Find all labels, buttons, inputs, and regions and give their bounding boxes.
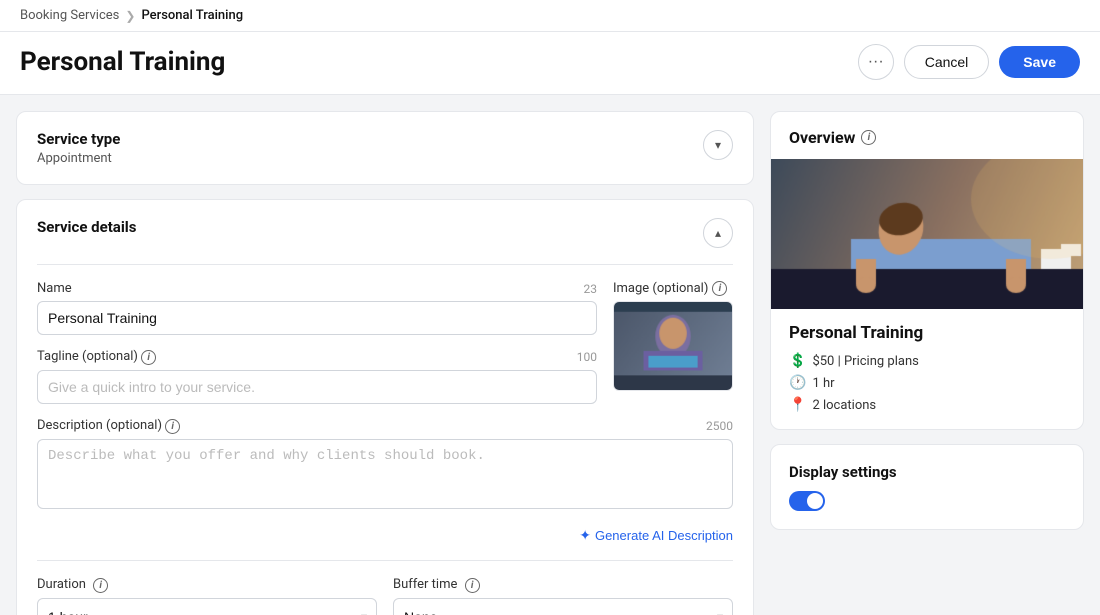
service-details-title: Service details	[37, 218, 136, 236]
description-counter: 2500	[706, 419, 733, 433]
description-field-group: Description (optional) i 2500	[37, 418, 733, 513]
overview-meta: 💲 $50 | Pricing plans 🕐 1 hr 📍 2 locatio…	[789, 353, 1065, 413]
generate-ai-button[interactable]: ✦ Generate AI Description	[579, 527, 733, 544]
name-counter: 23	[584, 282, 598, 296]
overview-duration-item: 🕐 1 hr	[789, 375, 1065, 391]
buffer-info-icon[interactable]: i	[465, 578, 480, 593]
overview-body: Personal Training 💲 $50 | Pricing plans …	[771, 309, 1083, 429]
display-settings-toggle[interactable]	[789, 491, 825, 511]
overview-locations: 2 locations	[812, 398, 876, 413]
buffer-select[interactable]: None 5 minutes 10 minutes 15 minutes 30 …	[393, 598, 733, 615]
price-icon: 💲	[789, 353, 806, 369]
description-info-icon[interactable]: i	[165, 419, 180, 434]
right-column: Overview i Personal Training 💲 $50 | Pri…	[770, 95, 1100, 615]
overview-price-item: 💲 $50 | Pricing plans	[789, 353, 1065, 369]
duration-label-row: Duration i	[37, 577, 377, 593]
section-divider-1	[37, 264, 733, 265]
overview-locations-item: 📍 2 locations	[789, 397, 1065, 413]
more-button[interactable]: ···	[858, 44, 894, 80]
display-settings-title: Display settings	[789, 463, 1065, 481]
tagline-field-group: Tagline (optional) i 100	[37, 349, 597, 404]
toggle-row	[789, 491, 1065, 511]
tagline-label: Tagline (optional) i	[37, 349, 156, 365]
service-type-card: Service type Appointment ▾	[16, 111, 754, 185]
overview-duration: 1 hr	[812, 376, 834, 391]
service-type-collapse-btn[interactable]: ▾	[703, 130, 733, 160]
clock-icon: 🕐	[789, 375, 806, 391]
image-label-row: Image (optional) i	[613, 281, 733, 296]
save-button[interactable]: Save	[999, 46, 1080, 78]
page-title: Personal Training	[20, 47, 225, 77]
name-image-row: Name 23 Tagline (optional) i 100	[37, 281, 733, 418]
tagline-counter: 100	[577, 350, 597, 364]
buffer-label-row: Buffer time i	[393, 577, 733, 593]
name-input[interactable]	[37, 301, 597, 335]
pin-icon: 📍	[789, 397, 806, 413]
display-settings-card: Display settings	[770, 444, 1084, 530]
breadcrumb-current: Personal Training	[141, 8, 243, 23]
duration-select-wrapper: 30 minutes 1 hour 1.5 hours 2 hours ▾	[37, 598, 377, 615]
image-column: Image (optional) i	[613, 281, 733, 391]
generate-ai-row: ✦ Generate AI Description	[37, 527, 733, 544]
overview-header: Overview i	[771, 112, 1083, 159]
buffer-column: Buffer time i None 5 minutes 10 minutes …	[393, 577, 733, 615]
overview-title: Overview	[789, 128, 855, 147]
service-details-header: Service details ▴	[37, 218, 733, 248]
duration-select[interactable]: 30 minutes 1 hour 1.5 hours 2 hours	[37, 598, 377, 615]
name-column: Name 23 Tagline (optional) i 100	[37, 281, 597, 418]
buffer-label: Buffer time i	[393, 577, 480, 593]
service-type-header: Service type Appointment ▾	[37, 130, 733, 166]
main-layout: Service type Appointment ▾ Service detai…	[0, 95, 1100, 615]
description-label: Description (optional) i	[37, 418, 180, 434]
service-details-collapse-icon: ▴	[715, 226, 721, 240]
overview-card: Overview i Personal Training 💲 $50 | Pri…	[770, 111, 1084, 430]
tagline-label-row: Tagline (optional) i 100	[37, 349, 597, 365]
name-label-row: Name 23	[37, 281, 597, 296]
overview-price: $50 | Pricing plans	[812, 354, 918, 369]
duration-info-icon[interactable]: i	[93, 578, 108, 593]
name-label: Name	[37, 281, 72, 296]
overview-service-name: Personal Training	[789, 323, 1065, 343]
generate-ai-label: Generate AI Description	[595, 528, 733, 543]
buffer-select-wrapper: None 5 minutes 10 minutes 15 minutes 30 …	[393, 598, 733, 615]
cancel-button[interactable]: Cancel	[904, 45, 990, 79]
description-textarea[interactable]	[37, 439, 733, 509]
top-nav: Booking Services ❯ Personal Training	[0, 0, 1100, 32]
image-thumbnail[interactable]	[613, 301, 733, 391]
overview-info-icon[interactable]: i	[861, 130, 876, 145]
service-details-card: Service details ▴ Name 23	[16, 199, 754, 615]
overview-hero-image	[771, 159, 1083, 309]
service-type-subtitle: Appointment	[37, 151, 120, 166]
section-divider-2	[37, 560, 733, 561]
tagline-info-icon[interactable]: i	[141, 350, 156, 365]
duration-label: Duration i	[37, 577, 108, 593]
service-type-info: Service type Appointment	[37, 130, 120, 166]
breadcrumb-chevron: ❯	[125, 9, 135, 23]
service-type-title: Service type	[37, 130, 120, 148]
service-details-collapse-btn[interactable]: ▴	[703, 218, 733, 248]
breadcrumb-parent[interactable]: Booking Services	[20, 8, 119, 23]
duration-column: Duration i 30 minutes 1 hour 1.5 hours 2…	[37, 577, 377, 615]
tagline-input[interactable]	[37, 370, 597, 404]
image-info-icon[interactable]: i	[712, 281, 727, 296]
duration-buffer-row: Duration i 30 minutes 1 hour 1.5 hours 2…	[37, 577, 733, 615]
name-field-group: Name 23	[37, 281, 597, 335]
service-type-collapse-icon: ▾	[715, 138, 721, 152]
ai-sparkle-icon: ✦	[579, 527, 591, 544]
image-label: Image (optional)	[613, 281, 708, 296]
description-label-row: Description (optional) i 2500	[37, 418, 733, 434]
header-actions: ··· Cancel Save	[858, 44, 1080, 80]
page-header: Personal Training ··· Cancel Save	[0, 32, 1100, 95]
left-column: Service type Appointment ▾ Service detai…	[0, 95, 770, 615]
